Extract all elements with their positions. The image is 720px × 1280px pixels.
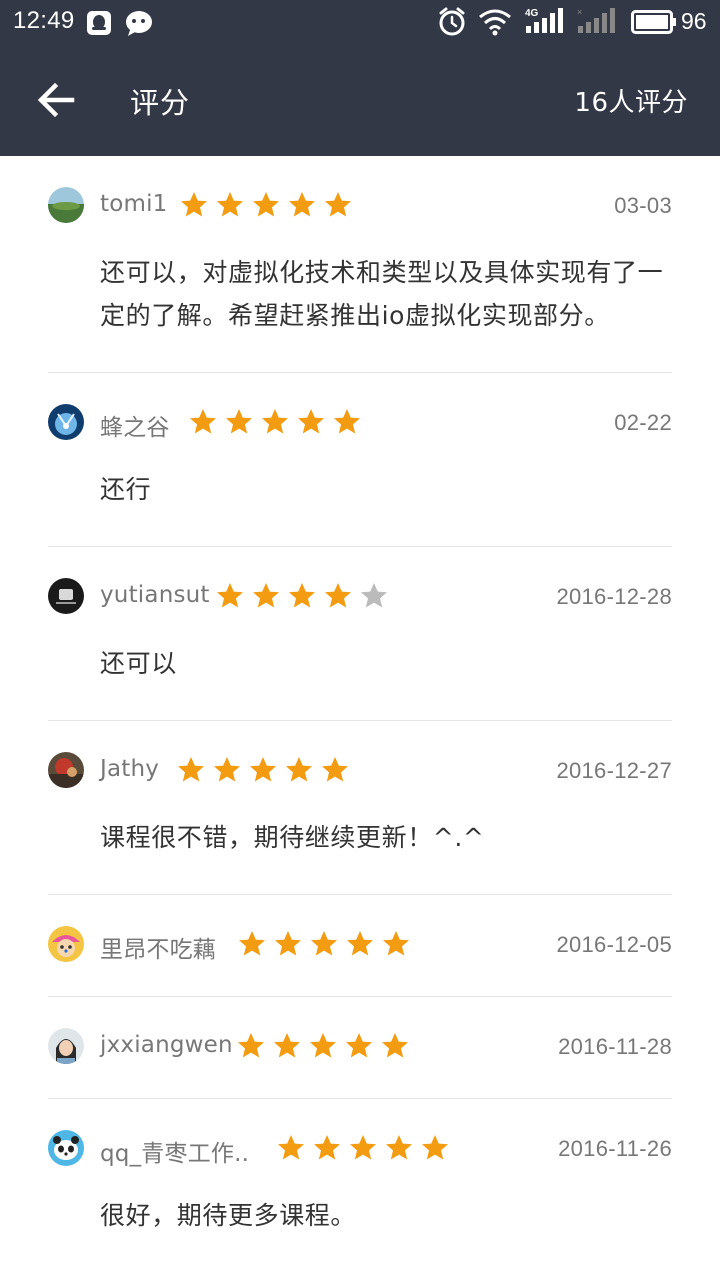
star-filled-icon [224, 407, 260, 437]
signal-2-icon: × [576, 6, 616, 40]
star-filled-icon [323, 190, 359, 220]
avatar[interactable] [48, 404, 84, 440]
status-time: 12:49 [13, 7, 75, 34]
avatar[interactable] [48, 578, 84, 614]
battery-icon [631, 10, 677, 38]
star-filled-icon [272, 1031, 308, 1061]
star-filled-icon [332, 407, 368, 437]
status-bar: 12:49 4G × 96 [0, 0, 720, 44]
star-filled-icon [287, 190, 323, 220]
review-username[interactable]: 里昂不吃藕 [100, 930, 216, 964]
star-filled-icon [251, 581, 287, 611]
avatar[interactable] [48, 1028, 84, 1064]
rating-stars [237, 929, 417, 959]
review-comment: 还可以，对虚拟化技术和类型以及具体实现有了一定的了解。希望赶紧推出io虚拟化实现… [100, 258, 664, 330]
star-filled-icon [323, 581, 359, 611]
review-username[interactable]: 蜂之谷 [100, 408, 170, 442]
review-username[interactable]: qq_青枣工作.. [100, 1134, 249, 1168]
review-username[interactable]: Jathy [100, 756, 159, 782]
star-filled-icon [188, 407, 224, 437]
avatar[interactable] [48, 1130, 84, 1166]
wechat-icon [124, 9, 154, 41]
star-filled-icon [380, 1031, 416, 1061]
avatar[interactable] [48, 187, 84, 223]
review-date: 02-22 [614, 410, 672, 435]
wifi-icon [478, 8, 512, 40]
star-filled-icon [237, 929, 273, 959]
star-filled-icon [345, 929, 381, 959]
review-item: 里昂不吃藕 2016-12-05 [48, 895, 672, 997]
review-date: 2016-12-27 [556, 758, 672, 783]
review-comment: 课程很不错，期待继续更新！^.^ [100, 823, 485, 852]
avatar[interactable] [48, 752, 84, 788]
review-date: 2016-12-28 [556, 584, 672, 609]
review-username[interactable]: tomi1 [100, 191, 168, 217]
star-filled-icon [296, 407, 332, 437]
star-filled-icon [251, 190, 287, 220]
star-filled-icon [381, 929, 417, 959]
star-filled-icon [348, 1133, 384, 1163]
svg-text:×: × [577, 7, 582, 17]
review-item: yutiansut 2016-12-28 还可以 [48, 547, 672, 721]
star-filled-icon [215, 190, 251, 220]
review-item: qq_青枣工作.. 2016-11-26 很好，期待更多课程。 [48, 1099, 672, 1272]
rating-stars [179, 190, 359, 220]
star-filled-icon [176, 755, 212, 785]
review-date: 2016-12-05 [556, 932, 672, 957]
review-date: 2016-11-28 [558, 1034, 672, 1059]
review-comment: 还可以 [100, 649, 177, 678]
review-date: 2016-11-26 [558, 1136, 672, 1161]
battery-level: 96 [681, 8, 707, 34]
star-filled-icon [284, 755, 320, 785]
star-filled-icon [309, 929, 345, 959]
review-item: tomi1 03-03 还可以，对虚拟化技术和类型以及具体实现有了一定的了解。希… [48, 156, 672, 373]
review-username[interactable]: jxxiangwen [100, 1032, 233, 1058]
rating-stars [176, 755, 356, 785]
arrow-left-icon [37, 82, 75, 118]
star-filled-icon [344, 1031, 380, 1061]
star-filled-icon [273, 929, 309, 959]
review-comment: 很好，期待更多课程。 [100, 1201, 357, 1230]
page-title: 评分 [130, 86, 191, 120]
review-list: tomi1 03-03 还可以，对虚拟化技术和类型以及具体实现有了一定的了解。希… [0, 156, 720, 1272]
review-item: Jathy 2016-12-27 课程很不错，期待继续更新！^.^ [48, 721, 672, 895]
signal-4g-icon: 4G [524, 6, 564, 40]
star-empty-icon [359, 581, 395, 611]
star-filled-icon [260, 407, 296, 437]
qq-icon [86, 10, 112, 40]
star-filled-icon [420, 1133, 456, 1163]
app-bar: 评分 16人评分 [0, 44, 720, 156]
star-filled-icon [212, 755, 248, 785]
rating-count: 16人评分 [574, 88, 688, 118]
star-filled-icon [287, 581, 323, 611]
back-button[interactable] [30, 77, 80, 123]
rating-stars [276, 1133, 456, 1163]
svg-text:4G: 4G [525, 8, 539, 19]
star-filled-icon [384, 1133, 420, 1163]
star-filled-icon [215, 581, 251, 611]
star-filled-icon [308, 1031, 344, 1061]
avatar[interactable] [48, 926, 84, 962]
review-date: 03-03 [614, 193, 672, 218]
star-filled-icon [248, 755, 284, 785]
rating-stars [188, 407, 368, 437]
review-comment: 还行 [100, 475, 152, 504]
review-item: 蜂之谷 02-22 还行 [48, 373, 672, 547]
star-filled-icon [236, 1031, 272, 1061]
star-filled-icon [312, 1133, 348, 1163]
rating-stars [215, 581, 395, 611]
review-item: jxxiangwen 2016-11-28 [48, 997, 672, 1099]
star-filled-icon [320, 755, 356, 785]
review-username[interactable]: yutiansut [100, 582, 210, 608]
star-filled-icon [179, 190, 215, 220]
rating-stars [236, 1031, 416, 1061]
star-filled-icon [276, 1133, 312, 1163]
alarm-icon [438, 7, 466, 41]
